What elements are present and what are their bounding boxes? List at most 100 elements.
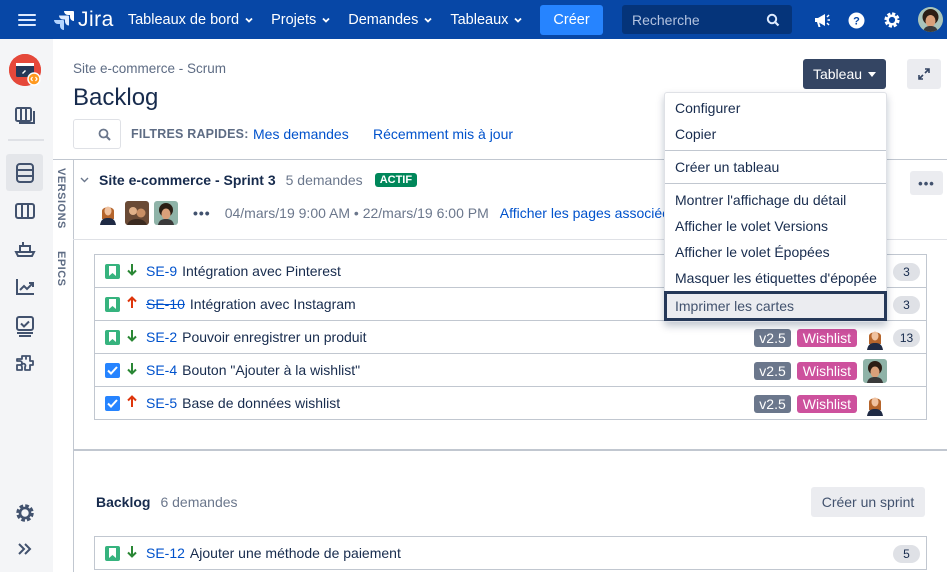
menu-item[interactable]: Afficher le volet Épopées: [665, 239, 886, 265]
backlog-name: Backlog: [96, 494, 151, 510]
assignee-avatar[interactable]: [125, 201, 149, 225]
issue-key[interactable]: SE-12: [146, 545, 185, 561]
assignee-avatar[interactable]: [863, 391, 887, 416]
nav-boards-label: Tableaux: [450, 11, 509, 28]
active-sprint-icon[interactable]: [6, 192, 43, 229]
linked-pages-link[interactable]: Afficher les pages associées: [500, 205, 677, 221]
chevron-down-icon: [245, 17, 253, 23]
epic-label[interactable]: Wishlist: [796, 394, 857, 413]
nav-boards[interactable]: Tableaux: [450, 11, 523, 28]
version-badge: v2.5: [754, 394, 791, 413]
nav-dashboards[interactable]: Tableaux de bord: [128, 12, 253, 28]
menu-hamburger-icon[interactable]: [18, 13, 36, 26]
assignee-avatar[interactable]: [863, 325, 887, 350]
issue-row[interactable]: SE-12 Ajouter une méthode de paiement 5: [95, 537, 926, 570]
story-points-badge: 13: [893, 328, 920, 347]
menu-item[interactable]: Afficher le volet Versions: [665, 213, 886, 239]
nav-projects[interactable]: Projets: [271, 12, 330, 28]
nav-issues[interactable]: Demandes: [348, 12, 432, 28]
sprint-bottom-divider: [73, 449, 947, 451]
quick-filter-recently-updated[interactable]: Récemment mis à jour: [373, 126, 513, 142]
priority-low-arrow-icon: [127, 263, 139, 279]
search-placeholder: Recherche: [632, 11, 700, 28]
issue-meta: 5: [893, 537, 920, 570]
epic-label[interactable]: Wishlist: [796, 328, 857, 347]
issue-meta: 3: [893, 288, 920, 321]
menu-divider: [665, 183, 886, 184]
project-avatar[interactable]: [9, 54, 41, 86]
issue-meta: v2.5 Wishlist 13: [754, 321, 920, 354]
top-navigation: Jira Tableaux de bord Projets Demandes T…: [0, 0, 947, 39]
issue-row[interactable]: SE-5 Base de données wishlist v2.5 Wishlist: [95, 387, 926, 420]
profile-avatar[interactable]: [918, 7, 943, 32]
sprint-actions-button[interactable]: •••: [910, 171, 943, 195]
tab-versions[interactable]: VERSIONS: [55, 168, 67, 229]
fullscreen-button[interactable]: [907, 59, 941, 89]
issue-key[interactable]: SE-9: [146, 263, 177, 279]
create-button[interactable]: Créer: [540, 4, 603, 35]
issue-meta: v2.5 Wishlist: [754, 387, 920, 420]
help-icon[interactable]: ?: [846, 10, 866, 30]
quick-filter-my-issues[interactable]: Mes demandes: [253, 126, 349, 142]
priority-high-arrow-icon: [127, 395, 139, 411]
backlog-icon[interactable]: [6, 154, 43, 191]
settings-icon[interactable]: [882, 10, 902, 30]
board-dropdown-menu: Configurer Copier Créer un tableau Montrer …: [664, 92, 887, 322]
issues-icon[interactable]: [6, 307, 43, 344]
menu-divider: [665, 150, 886, 151]
expand-sidebar-icon[interactable]: [6, 530, 43, 567]
issue-key[interactable]: SE-2: [146, 329, 177, 345]
board-menu-button[interactable]: Tableau: [803, 59, 886, 89]
tab-epics[interactable]: EPICS: [55, 251, 67, 287]
issue-search-input[interactable]: [73, 119, 121, 149]
sprint-meta: ••• 04/mars/19 9:00 AM • 22/mars/19 6:00…: [96, 201, 677, 225]
expand-icon: [918, 68, 930, 80]
issue-summary: Intégration avec Instagram: [189, 296, 356, 312]
sprint-header: Site e-commerce - Sprint 3 5 demandes AC…: [80, 172, 418, 188]
quick-filters-label: FILTRES RAPIDES:: [131, 127, 249, 141]
task-type-icon: [105, 362, 120, 378]
issue-summary: Base de données wishlist: [182, 395, 341, 411]
story-type-icon: [105, 329, 120, 345]
menu-item[interactable]: Imprimer les cartes: [664, 291, 887, 321]
jira-logo[interactable]: Jira: [54, 8, 114, 32]
breadcrumb[interactable]: Site e-commerce - Scrum: [73, 61, 226, 76]
version-badge: v2.5: [754, 361, 791, 380]
story-points-badge: 5: [893, 544, 920, 563]
menu-item[interactable]: Montrer l'affichage du détail: [665, 187, 886, 213]
issue-summary: Intégration avec Pinterest: [182, 263, 341, 279]
version-badge: v2.5: [754, 328, 791, 347]
collapse-chevron-icon[interactable]: [80, 177, 89, 183]
issue-key[interactable]: SE-10: [146, 296, 185, 312]
assignee-avatar[interactable]: [863, 358, 887, 383]
project-settings-icon[interactable]: [6, 494, 43, 531]
issue-row[interactable]: SE-4 Bouton "Ajouter à la wishlist" v2.5 Wi…: [95, 354, 926, 387]
issue-key[interactable]: SE-4: [146, 362, 177, 378]
menu-item[interactable]: Configurer: [665, 95, 886, 121]
create-sprint-button[interactable]: Créer un sprint: [811, 487, 925, 517]
search-input[interactable]: Recherche: [622, 5, 792, 34]
more-assignees-icon[interactable]: •••: [193, 205, 211, 221]
issue-summary: Ajouter une méthode de paiement: [189, 545, 401, 561]
priority-high-arrow-icon: [127, 296, 139, 312]
boards-icon[interactable]: [6, 97, 43, 134]
epic-label[interactable]: Wishlist: [796, 361, 857, 380]
backlog-issue-count: 6 demandes: [160, 494, 238, 510]
jira-logo-icon: [54, 10, 74, 30]
reports-icon[interactable]: [6, 268, 43, 305]
issue-key[interactable]: SE-5: [146, 395, 177, 411]
priority-low-arrow-icon: [127, 329, 139, 345]
sidebar-divider: [8, 139, 44, 141]
notifications-megaphone-icon[interactable]: [812, 10, 832, 30]
sprint-name: Site e-commerce - Sprint 3: [99, 172, 276, 188]
add-ons-icon[interactable]: [6, 345, 43, 382]
chevron-down-icon: [514, 17, 523, 23]
menu-item[interactable]: Masquer les étiquettes d'épopée: [665, 265, 886, 291]
assignee-avatar[interactable]: [96, 201, 120, 225]
menu-item[interactable]: Copier: [665, 121, 886, 147]
assignee-avatar[interactable]: [154, 201, 178, 225]
menu-item[interactable]: Créer un tableau: [665, 154, 886, 180]
issue-row[interactable]: SE-2 Pouvoir enregistrer un produit v2.5 Wi…: [95, 321, 926, 354]
releases-icon[interactable]: [6, 230, 43, 267]
search-icon: [98, 128, 111, 141]
